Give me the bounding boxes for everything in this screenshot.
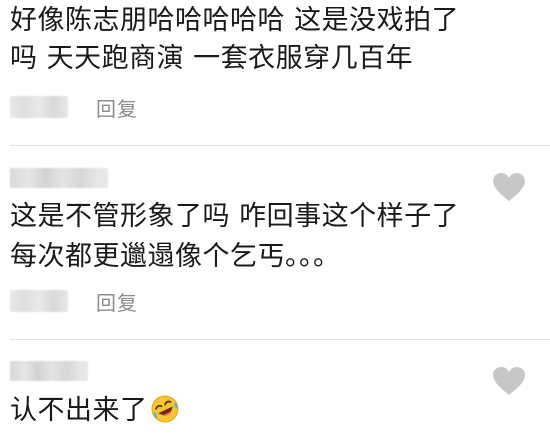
- comment-2-reply-row: 回复: [10, 286, 138, 316]
- rolling-on-floor-laughing-emoji-icon: [151, 395, 178, 423]
- reply-button[interactable]: 回复: [96, 93, 138, 122]
- heart-icon[interactable]: [492, 172, 526, 202]
- comment-2-line-2: 每次都更邋遢像个乞丐。。。: [10, 241, 341, 272]
- comment-3-text: 认不出来了: [10, 395, 148, 426]
- reply-button[interactable]: 回复: [96, 287, 138, 316]
- comment-2-line-1: 这是不管形象了吗 咋回事这个样子了: [10, 201, 460, 232]
- blurred-username[interactable]: [10, 361, 88, 381]
- divider: [10, 339, 550, 340]
- blurred-username[interactable]: [10, 168, 108, 188]
- divider: [10, 145, 550, 146]
- comment-thread: 好像陈志朋哈哈哈哈哈 这是没戏拍了 吗 天天跑商演 一套衣服穿几百年 回复 这是…: [0, 0, 550, 438]
- heart-icon[interactable]: [492, 366, 526, 396]
- comment-1-line-2: 吗 天天跑商演 一套衣服穿几百年: [10, 43, 414, 74]
- blurred-reply-avatar: [10, 96, 68, 118]
- comment-1-reply-row: 回复: [10, 92, 138, 122]
- comment-3-line-1: 认不出来了: [10, 392, 180, 430]
- comment-1-line-1: 好像陈志朋哈哈哈哈哈 这是没戏拍了: [10, 5, 460, 36]
- blurred-reply-avatar: [10, 290, 68, 312]
